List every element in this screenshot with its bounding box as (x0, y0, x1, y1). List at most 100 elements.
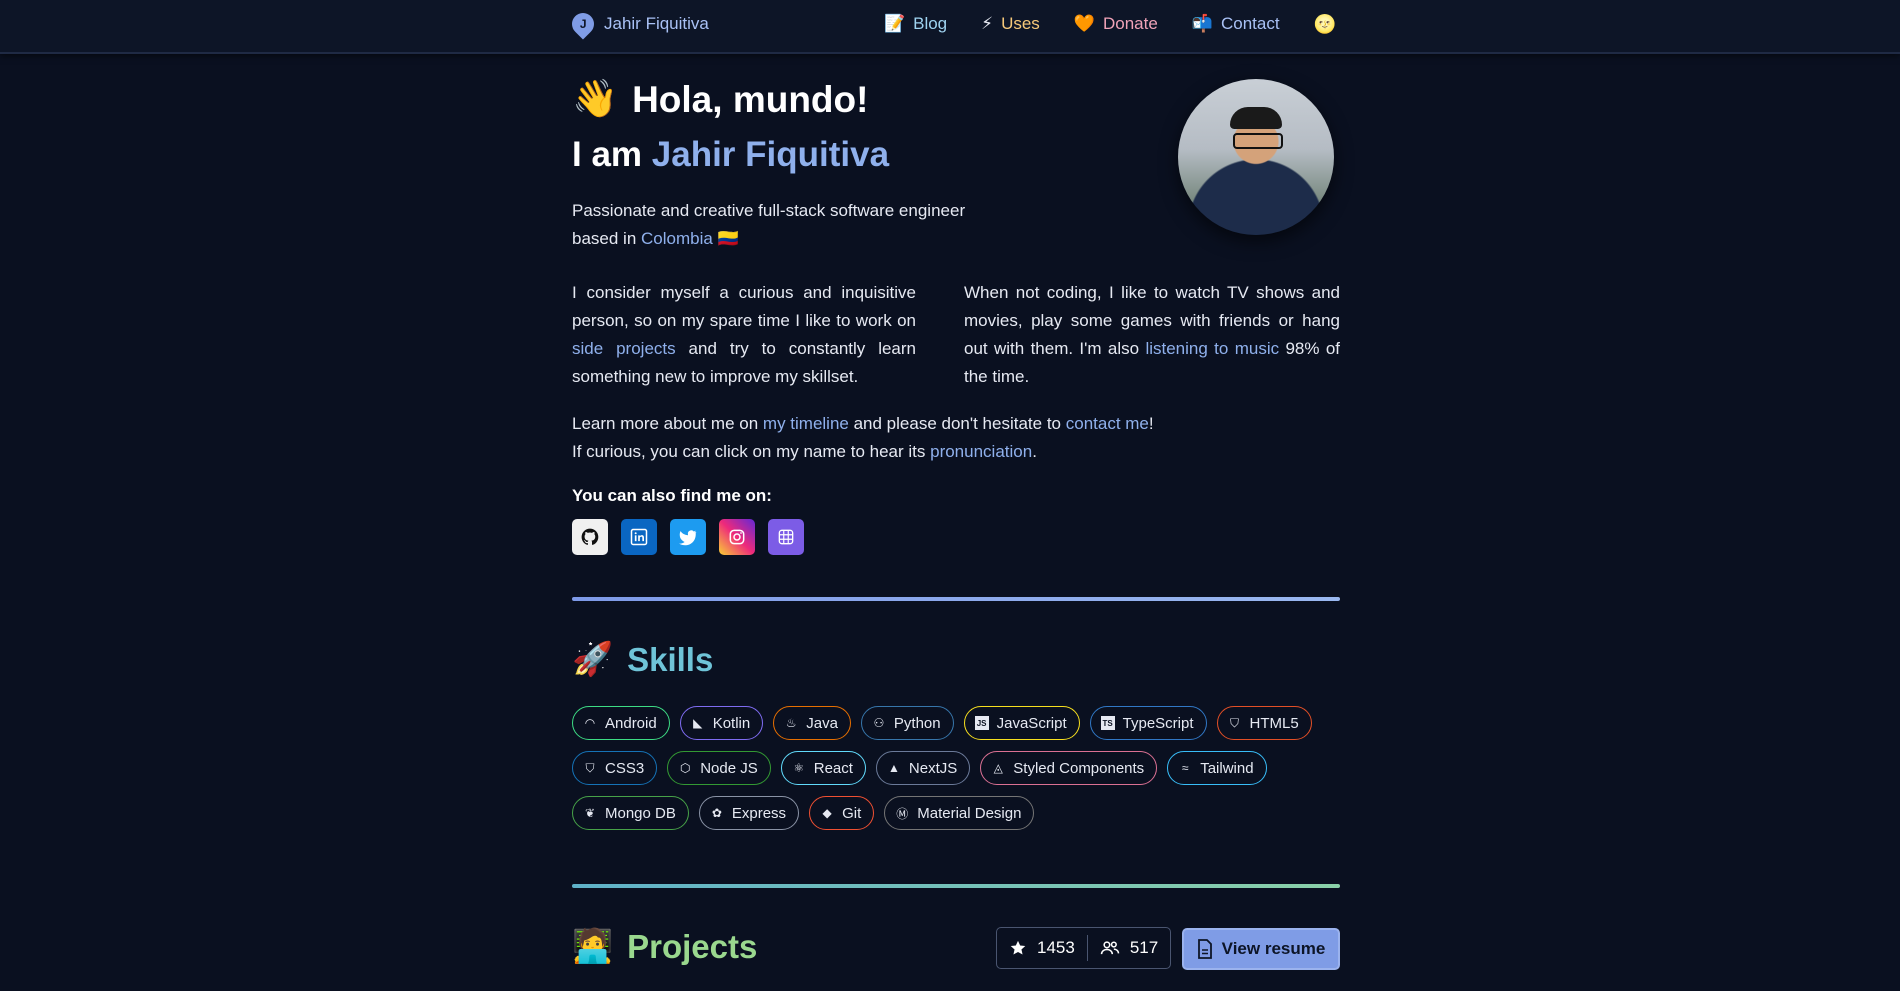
skill-chip-express: ✿ Express (698, 796, 800, 830)
polywork-link[interactable] (768, 519, 804, 555)
intro-heading: I am Jahir Fiquitiva (572, 135, 889, 175)
colombia-link[interactable]: Colombia (641, 229, 713, 248)
about-right-paragraph: When not coding, I like to watch TV show… (964, 279, 1340, 391)
skill-chip-kotlin: ◣ Kotlin (679, 706, 764, 740)
skill-label: Node JS (700, 759, 758, 777)
contact-me-link[interactable]: contact me (1066, 414, 1149, 433)
git-icon: ◆ (822, 806, 832, 820)
nav-donate-label: Donate (1102, 14, 1158, 33)
nav-contact-link[interactable]: 📬 Contact (1192, 14, 1280, 34)
skill-label: NextJS (908, 759, 958, 777)
skill-chip-css3: ⛉ CSS3 (572, 751, 658, 785)
view-resume-button[interactable]: View resume (1182, 928, 1340, 970)
learn-text-1: Learn more about me on (572, 414, 763, 433)
instagram-link[interactable] (719, 519, 755, 555)
find-me-label: You can also find me on: (572, 486, 772, 505)
view-resume-label: View resume (1221, 939, 1326, 958)
colombia-flag-icon: 🇨🇴 (717, 229, 739, 248)
about-left-paragraph: I consider myself a curious and inquisit… (572, 279, 916, 391)
orange-heart-icon: 🧡 (1073, 14, 1095, 33)
nav-donate-link[interactable]: 🧡 Donate (1074, 14, 1158, 34)
nodejs-icon: ⬡ (679, 761, 691, 775)
skill-label: Mongo DB (605, 804, 676, 822)
lightning-icon: ⚡ (981, 14, 994, 33)
skill-chip-react: ⚛ React (780, 751, 866, 785)
listening-to-music-link[interactable]: listening to music (1145, 339, 1279, 358)
greeting-text: Hola, mundo! (632, 78, 869, 120)
android-icon: ◠ (584, 716, 596, 730)
followers-count: 517 (1088, 938, 1170, 958)
about-left-text-1: I consider myself a curious and inquisit… (572, 283, 916, 330)
theme-toggle-moon-icon[interactable]: 🌝 (1314, 14, 1336, 35)
learn-text-3: ! (1148, 414, 1154, 433)
skill-label: Java (806, 714, 838, 732)
timeline-link[interactable]: my timeline (763, 414, 849, 433)
skills-title: Skills (627, 640, 714, 678)
github-stats[interactable]: 1453 517 (996, 927, 1172, 969)
location-pin-logo-icon: J (567, 8, 599, 40)
github-link[interactable] (572, 519, 608, 555)
nav-links: 📝 Blog ⚡ Uses 🧡 Donate 📬 Contact 🌝 (884, 12, 1336, 36)
top-navbar: J Jahir Fiquitiva 📝 Blog ⚡ Uses 🧡 Donate… (0, 0, 1900, 54)
twitter-icon (679, 530, 697, 546)
greeting-heading: 👋 Hola, mundo! (572, 78, 868, 121)
skill-chip-tailwind: ≈ Tailwind (1167, 751, 1267, 785)
skill-label: JavaScript (996, 714, 1067, 732)
skill-chip-mongo-db: ❦ Mongo DB (572, 796, 689, 830)
projects-title: Projects (627, 927, 758, 965)
learn-more-line: Learn more about me on my timeline and p… (572, 410, 1340, 438)
material-design-icon: Ⓜ (896, 806, 909, 821)
document-icon (1197, 939, 1212, 959)
polywork-icon (778, 529, 794, 545)
nav-uses-label: Uses (1001, 14, 1040, 33)
nav-blog-link[interactable]: 📝 Blog (884, 14, 947, 34)
brand-home-link[interactable]: J Jahir Fiquitiva (567, 8, 709, 40)
brand-name: Jahir Fiquitiva (604, 14, 709, 33)
followers-value: 517 (1129, 938, 1159, 957)
star-icon (1010, 940, 1026, 955)
name-pronunciation-link[interactable]: Jahir Fiquitiva (652, 135, 889, 174)
nav-contact-label: Contact (1220, 14, 1280, 33)
skill-chip-git: ◆ Git (809, 796, 875, 830)
projects-heading: 🧑‍💻 Projects (572, 927, 757, 966)
styled-components-icon: ◬ (993, 761, 1003, 775)
skills-list: ◠ Android ◣ Kotlin ♨ Java ⚇ Python JS JavaScript T… (572, 706, 1352, 830)
nextjs-icon: ▲ (887, 761, 900, 775)
linkedin-link[interactable] (621, 519, 657, 555)
javascript-icon: JS (974, 716, 989, 730)
mailbox-icon: 📬 (1191, 14, 1213, 33)
social-links (572, 519, 804, 555)
tagline: Passionate and creative full-stack softw… (572, 197, 992, 253)
technologist-icon: 🧑‍💻 (572, 927, 614, 964)
skill-label: Styled Components (1013, 759, 1145, 777)
curious-text-1: If curious, you can click on my name to … (572, 442, 931, 461)
skill-chip-node-js: ⬡ Node JS (667, 751, 771, 785)
twitter-link[interactable] (670, 519, 706, 555)
skills-heading: 🚀 Skills (572, 640, 713, 679)
pronunciation-link[interactable]: pronunciation (930, 442, 1032, 461)
java-icon: ♨ (785, 716, 797, 730)
side-projects-link[interactable]: side projects (572, 339, 676, 358)
tagline-text: Passionate and creative full-stack softw… (572, 201, 966, 248)
intro-prefix: I am (572, 135, 652, 174)
typescript-icon: TS (1100, 716, 1115, 730)
skill-chip-javascript: JS JavaScript (963, 706, 1080, 740)
skill-label: Tailwind (1200, 759, 1254, 777)
skill-label: Android (605, 714, 657, 732)
skill-chip-java: ♨ Java (773, 706, 851, 740)
nav-uses-link[interactable]: ⚡ Uses (981, 14, 1040, 34)
skill-label: TypeScript (1122, 714, 1194, 732)
skill-label: Git (842, 804, 862, 822)
skill-chip-html5: ⛉ HTML5 (1216, 706, 1312, 740)
mongodb-icon: ❦ (584, 806, 596, 820)
instagram-icon (729, 529, 745, 545)
github-icon (581, 528, 599, 545)
skill-label: HTML5 (1249, 714, 1299, 732)
memo-icon: 📝 (883, 14, 906, 33)
linkedin-icon (630, 528, 648, 546)
skill-chip-nextjs: ▲ NextJS (875, 751, 971, 785)
users-icon (1100, 941, 1120, 955)
stars-count: 1453 (997, 938, 1087, 958)
stars-value: 1453 (1037, 938, 1075, 957)
rocket-icon: 🚀 (572, 640, 614, 677)
